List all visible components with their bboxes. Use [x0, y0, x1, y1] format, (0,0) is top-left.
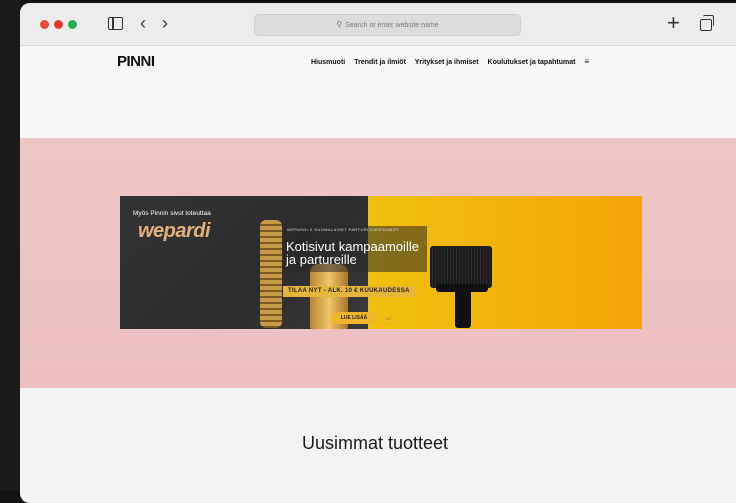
tab-overview-icon[interactable] [700, 15, 714, 31]
site-logo[interactable]: PINNI [117, 53, 155, 70]
forward-button[interactable]: › [162, 13, 168, 33]
main-nav: Hiusmuoti Trendit ja ilmiöt Yritykset ja… [311, 57, 596, 66]
banner-offer: TILAA NYT - ALK. 10 € KUUKAUDESSA [283, 286, 415, 297]
close-window-button[interactable] [40, 20, 49, 29]
browser-toolbar: ‹ › ⚲ Search or enter website name + [20, 3, 736, 46]
sidebar-toggle-icon[interactable] [108, 17, 123, 30]
nav-item-hiusmuoti[interactable]: Hiusmuoti [311, 59, 345, 66]
zoom-window-button[interactable] [68, 20, 77, 29]
banner-title-line2: ja partureille [286, 252, 357, 267]
device-bezel [0, 0, 20, 491]
menu-icon[interactable]: ≡ [584, 57, 589, 66]
ad-banner[interactable]: Myös Pinnin sivut toteuttaa wepardi WEPA… [120, 196, 642, 329]
search-icon: ⚲ [336, 20, 343, 29]
address-bar[interactable]: ⚲ Search or enter website name [254, 14, 521, 36]
section-title: Uusimmat tuotteet [301, 433, 449, 453]
new-tab-button[interactable]: + [667, 12, 680, 34]
round-brush-image [260, 220, 282, 328]
address-placeholder: Search or enter website name [345, 22, 439, 29]
browser-window: ‹ › ⚲ Search or enter website name + PINN… [20, 3, 736, 503]
nav-item-trendit[interactable]: Trendit ja ilmiöt [354, 59, 406, 66]
minimize-window-button[interactable] [54, 20, 63, 29]
nav-item-yritykset[interactable]: Yritykset ja ihmiset [415, 59, 479, 66]
wepardi-logo: wepardi [138, 220, 211, 242]
read-more-button[interactable]: LUE LISÄÄ [331, 312, 377, 324]
banner-note: Myös Pinnin sivut toteuttaa [133, 210, 211, 217]
pointer-hand-icon: ☝ [382, 313, 395, 324]
tint-brush-handle [455, 284, 471, 328]
banner-caption: WEPARDI X SUOMALAISET PARTURI-KAMPAAMOT [287, 227, 400, 232]
tint-brush-bristles [430, 246, 492, 288]
banner-title: Kotisivut kampaamoille ja partureille [286, 240, 419, 266]
nav-item-koulutukset[interactable]: Koulutukset ja tapahtumat [488, 59, 576, 66]
back-button[interactable]: ‹ [140, 13, 146, 33]
